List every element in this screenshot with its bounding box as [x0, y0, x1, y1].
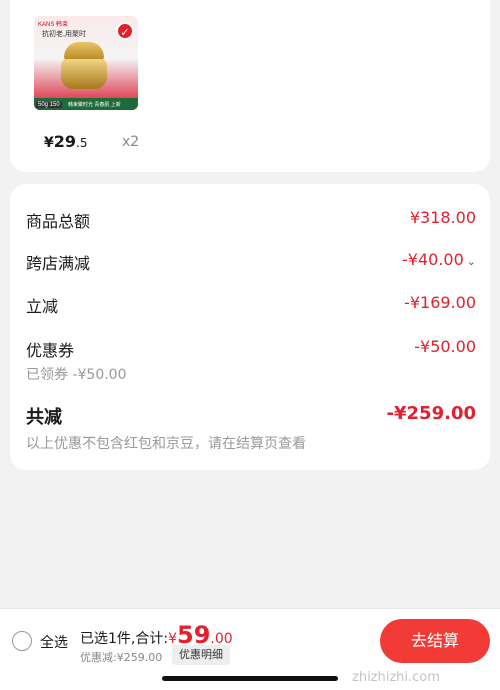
discount-amount-text: 优惠减:¥259.00	[80, 651, 163, 664]
discount-summary-card: 商品总额 ¥318.00 跨店满减 -¥40.00 ⌄ 立减 -¥169.00 优…	[10, 184, 490, 470]
thumbnail-size-tag: 50g 150	[36, 102, 62, 108]
unit-price: ¥29.5	[44, 132, 87, 151]
home-indicator	[162, 676, 338, 681]
summary-value-cross-store[interactable]: -¥40.00 ⌄	[402, 250, 476, 269]
summary-label-coupon: 优惠券	[26, 341, 75, 360]
cross-store-amount: -¥40.00	[402, 250, 464, 269]
summary-label-cross-store: 跨店满减	[26, 254, 91, 273]
chevron-down-icon[interactable]: ⌄	[467, 255, 476, 268]
checkout-button[interactable]: 去结算	[380, 619, 490, 663]
summary-label-instant: 立减	[26, 297, 59, 316]
quantity: x2	[122, 134, 140, 150]
watermark: zhizhizhi.com	[352, 670, 440, 685]
check-icon: ✓	[116, 22, 134, 40]
selected-prefix: 已选1件,合计:	[80, 631, 169, 647]
summary-value-goods-total: ¥318.00	[409, 208, 476, 227]
cream-jar-lid	[64, 42, 104, 60]
product-thumbnail[interactable]: KANS 韩束 抗初老,用聚时 ✓ 50g 150 韩束聚时光 青春肌 上新	[34, 16, 138, 110]
price-integer: 29	[53, 132, 77, 151]
summary-value-instant: -¥169.00	[404, 293, 476, 312]
thumbnail-bottom-text: 韩束聚时光 青春肌 上新	[68, 102, 121, 108]
price-decimal: .5	[76, 136, 88, 150]
thumbnail-brand: KANS 韩束	[38, 22, 69, 28]
total-discount-label: 共减	[26, 407, 62, 428]
product-card: KANS 韩束 抗初老,用聚时 ✓ 50g 150 韩束聚时光 青春肌 上新 ¥…	[10, 0, 490, 172]
select-all-radio[interactable]	[12, 631, 32, 651]
discount-detail-button[interactable]: 优惠明细	[172, 645, 230, 665]
coupon-claimed-note: 已领券 -¥50.00	[26, 367, 127, 383]
summary-value-coupon: -¥50.00	[414, 337, 476, 356]
summary-label-goods-total: 商品总额	[26, 212, 91, 231]
price-currency: ¥	[44, 135, 54, 151]
total-discount-value: -¥259.00	[386, 403, 476, 424]
discount-footnote: 以上优惠不包含红包和京豆，请在结算页查看	[26, 436, 306, 452]
select-all-label[interactable]: 全选	[40, 632, 68, 652]
cream-jar-body	[61, 59, 107, 89]
thumbnail-slogan: 抗初老,用聚时	[42, 31, 86, 38]
